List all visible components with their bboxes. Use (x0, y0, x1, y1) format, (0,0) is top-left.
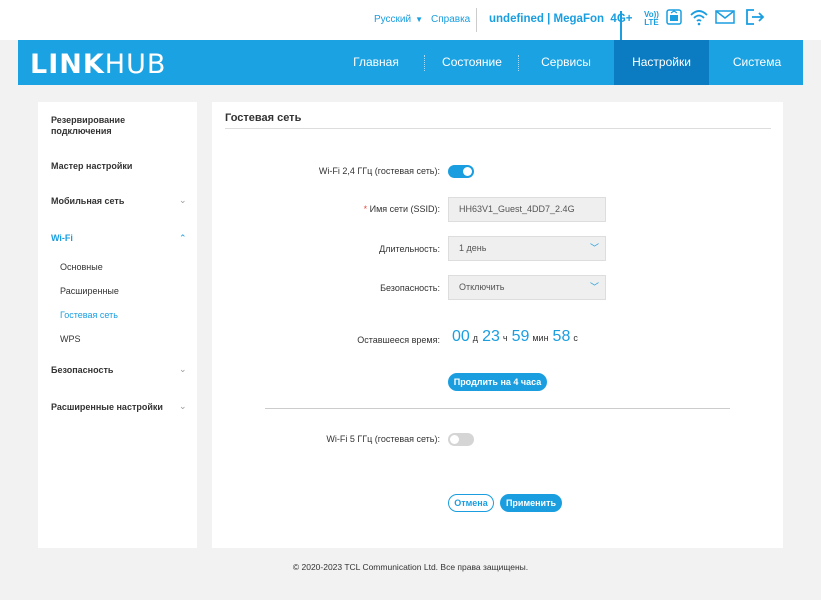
ssid-input[interactable]: HH63V1_Guest_4DD7_2.4G (448, 197, 606, 222)
security-value: Отключить (459, 282, 505, 292)
nav-services[interactable]: Сервисы (520, 40, 612, 85)
timer-days-unit: д (472, 333, 479, 343)
timer-minutes: 59 (511, 328, 530, 345)
top-bar: Русский▼ Справка undefined | MegaFon 4G+… (0, 0, 821, 65)
signal-strength-icon (620, 11, 638, 65)
wifi5-label: Wi-Fi 5 ГГц (гостевая сеть): (326, 434, 440, 444)
duration-label: Длительность: (379, 244, 440, 254)
ssid-label-row: * Имя сети (SSID): (240, 204, 440, 214)
logo-bold: LINK (30, 49, 105, 80)
carrier-name: undefined | MegaFon (489, 13, 605, 25)
timer-seconds: 58 (552, 328, 571, 345)
timer-minutes-unit: мин (532, 333, 549, 343)
section-divider (265, 408, 730, 409)
sidebar-item-backup[interactable]: Резервирование подключения (51, 115, 161, 137)
sidebar-item-mobile[interactable]: Мобильная сеть (51, 196, 124, 207)
nav-settings[interactable]: Настройки (614, 40, 709, 85)
logout-icon[interactable] (745, 8, 765, 31)
status-icons: Vo)) LTE (620, 8, 765, 65)
separator (476, 8, 477, 32)
footer-copyright: © 2020-2023 TCL Communication Ltd. Все п… (292, 562, 529, 572)
chevron-down-icon: ﹀ (589, 282, 599, 292)
chevron-up-icon[interactable]: ⌃ (179, 233, 187, 244)
carrier-info: undefined | MegaFon 4G+ (489, 13, 632, 25)
apply-button[interactable]: Применить (500, 494, 562, 512)
wifi24-toggle[interactable] (448, 165, 474, 178)
wifi24-label: Wi-Fi 2,4 ГГц (гостевая сеть): (318, 166, 440, 176)
mail-icon[interactable] (715, 9, 735, 30)
chevron-down-icon[interactable]: ⌄ (179, 401, 187, 412)
nav-divider (424, 55, 425, 71)
extend-button[interactable]: Продлить на 4 часа (448, 373, 547, 391)
linkhub-logo: LINKHUB (30, 49, 166, 80)
sidebar: Резервирование подключения Мастер настро… (38, 102, 197, 548)
volte-bottom-label: LTE (644, 18, 659, 27)
page-title: Гостевая сеть (225, 112, 302, 124)
main-panel: Гостевая сеть Wi-Fi 2,4 ГГц (гостевая се… (212, 102, 783, 548)
duration-select[interactable]: 1 день ﹀ (448, 236, 606, 261)
sidebar-subitem-advanced[interactable]: Расширенные (60, 286, 119, 296)
security-label: Безопасность: (380, 283, 440, 293)
timer-days: 00 (452, 328, 470, 345)
required-mark: * (363, 204, 368, 214)
duration-value: 1 день (459, 243, 487, 253)
timer-hours: 23 (482, 328, 500, 345)
nav-system[interactable]: Система (711, 40, 803, 85)
remaining-timer: 00 д 23 ч 59 мин 58 с (452, 328, 582, 346)
security-select[interactable]: Отключить ﹀ (448, 275, 606, 300)
main-navigation: LINKHUB Главная Состояние Сервисы Настро… (18, 40, 803, 85)
chevron-down-icon: ﹀ (589, 243, 599, 253)
logo-light: HUB (104, 49, 167, 80)
remaining-label: Оставшееся время: (357, 335, 440, 345)
language-selector[interactable]: Русский ▼ (374, 14, 423, 25)
wifi-icon (689, 8, 709, 31)
sidebar-subitem-guest[interactable]: Гостевая сеть (60, 310, 118, 320)
chevron-down-icon[interactable]: ⌄ (179, 364, 187, 375)
timer-seconds-unit: с (573, 333, 578, 343)
sidebar-item-advanced-settings[interactable]: Расширенные настройки (51, 402, 163, 413)
sidebar-item-wizard[interactable]: Мастер настройки (51, 161, 132, 172)
cancel-button[interactable]: Отмена (448, 494, 494, 512)
language-label: Русский (374, 14, 412, 25)
sidebar-subitem-basic[interactable]: Основные (60, 262, 103, 272)
ssid-label: Имя сети (SSID): (369, 204, 440, 214)
chevron-down-icon: ▼ (415, 15, 424, 24)
volte-icon: Vo)) LTE (644, 11, 659, 27)
sim-card-icon (665, 8, 683, 31)
timer-hours-unit: ч (502, 333, 508, 343)
chevron-down-icon[interactable]: ⌄ (179, 195, 187, 206)
title-divider (225, 128, 771, 129)
nav-divider (518, 55, 519, 71)
nav-status[interactable]: Состояние (428, 40, 516, 85)
sidebar-subitem-wps[interactable]: WPS (60, 334, 81, 344)
nav-home[interactable]: Главная (335, 40, 417, 85)
help-link[interactable]: Справка (431, 14, 470, 25)
sidebar-item-security[interactable]: Безопасность (51, 365, 113, 376)
sidebar-item-wifi[interactable]: Wi-Fi (51, 233, 73, 244)
wifi5-toggle[interactable] (448, 433, 474, 446)
